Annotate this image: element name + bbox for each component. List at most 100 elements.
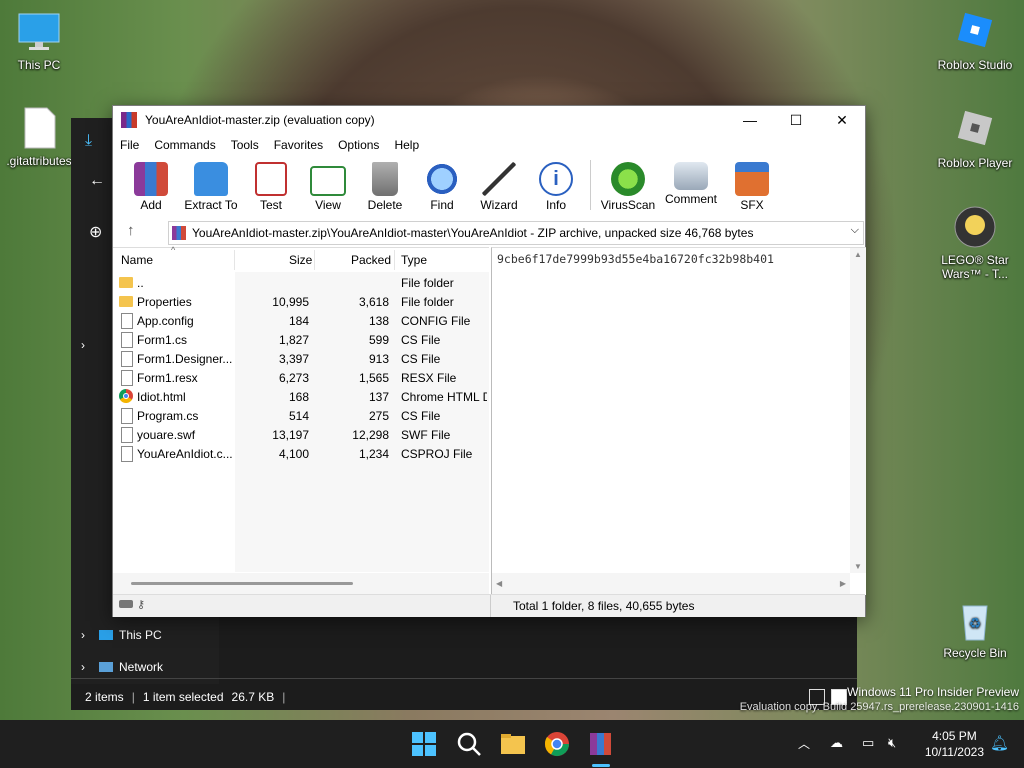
wizard-button[interactable]: Wizard (471, 156, 527, 216)
status-bar: ⚷ Total 1 folder, 8 files, 40,655 bytes (113, 594, 865, 617)
file-name: App.config (137, 314, 194, 328)
desktop-icon-label: This PC (17, 58, 61, 72)
comment-button[interactable]: Comment (659, 156, 723, 216)
file-name: Properties (137, 295, 192, 309)
archive-icon (172, 226, 186, 240)
delete-button[interactable]: Delete (357, 156, 413, 216)
file-row[interactable]: Form1.Designer.... 3,397 913 CS File (113, 350, 489, 369)
magnifier-icon (425, 162, 459, 196)
desktop-icon-roblox-studio[interactable]: Roblox Studio (930, 10, 1020, 72)
nav-item-network[interactable]: › Network (81, 654, 163, 680)
view-button[interactable]: View (300, 156, 356, 216)
lego-icon (953, 205, 997, 249)
volume-muted-icon[interactable]: 🔇︎ (888, 735, 896, 751)
maximize-icon: ☐ (789, 111, 803, 128)
file-type: File folder (401, 276, 454, 290)
minimize-button[interactable]: — (727, 106, 773, 134)
search-button[interactable] (455, 730, 483, 758)
extract-to-button[interactable]: Extract To (180, 156, 242, 216)
download-icon[interactable]: ⤓ (85, 132, 92, 150)
file-name: youare.swf (137, 428, 196, 442)
desktop-icon-lego-star-wars[interactable]: LEGO® Star Wars™ - T... (930, 205, 1020, 281)
column-type[interactable]: Type (401, 253, 427, 267)
winrar-taskbar-button[interactable] (587, 730, 615, 758)
file-size: 3,397 (278, 352, 309, 366)
menu-file[interactable]: File (113, 138, 147, 152)
file-type: CONFIG File (401, 314, 471, 328)
file-row[interactable]: Idiot.html 168 137 Chrome HTML D (113, 388, 489, 407)
info-button[interactable]: i Info (528, 156, 584, 216)
cloud-icon[interactable]: ☁ (830, 735, 843, 751)
title-bar[interactable]: YouAreAnIdiot-master.zip (evaluation cop… (113, 106, 865, 134)
file-size: 1,827 (278, 333, 309, 347)
winrar-icon (590, 733, 611, 755)
file-row[interactable]: App.config 184 138 CONFIG File (113, 312, 489, 331)
preview-hash-text: 9cbe6f17de7999b93d55e4ba16720fc32b98b401 (497, 252, 774, 266)
notification-bell-icon[interactable]: 🔔︎ (990, 734, 1009, 752)
scroll-down-arrow-icon[interactable]: ▼ (854, 562, 862, 571)
drive-icon (119, 600, 133, 608)
file-row[interactable]: YouAreAnIdiot.c... 4,100 1,234 CSPROJ File (113, 445, 489, 464)
network-status-icon[interactable]: ▭ (862, 735, 874, 751)
file-type: File folder (401, 295, 454, 309)
file-explorer-taskbar-button[interactable] (499, 730, 527, 758)
close-icon: ✕ (836, 111, 848, 128)
find-button[interactable]: Find (414, 156, 470, 216)
chrome-icon (119, 389, 133, 403)
file-icon (121, 351, 133, 367)
address-text: YouAreAnIdiot-master.zip\YouAreAnIdiot-m… (192, 226, 754, 240)
scroll-up-arrow-icon[interactable]: ▲ (854, 250, 862, 259)
address-field[interactable]: YouAreAnIdiot-master.zip\YouAreAnIdiot-m… (168, 221, 864, 245)
file-row[interactable]: Program.cs 514 275 CS File (113, 407, 489, 426)
file-row[interactable]: youare.swf 13,197 12,298 SWF File (113, 426, 489, 445)
menu-options[interactable]: Options (331, 138, 387, 152)
nav-item-label: Network (119, 660, 164, 674)
column-packed[interactable]: Packed (351, 253, 391, 267)
file-row[interactable]: .. File folder (113, 274, 489, 293)
file-type: SWF File (401, 428, 451, 442)
test-button[interactable]: Test (243, 156, 299, 216)
file-row[interactable]: Form1.cs 1,827 599 CS File (113, 331, 489, 350)
back-arrow-icon[interactable]: ← (89, 172, 105, 190)
menu-bar: File Commands Tools Favorites Options He… (113, 134, 865, 156)
virusscan-button[interactable]: VirusScan (598, 156, 658, 216)
menu-help[interactable]: Help (387, 138, 427, 152)
column-size[interactable]: Size (289, 253, 312, 267)
desktop-icon-recycle-bin[interactable]: ♻ Recycle Bin (930, 598, 1020, 660)
file-name: Form1.cs (137, 333, 188, 347)
chevron-down-icon[interactable]: ⌵ (851, 224, 859, 237)
chrome-taskbar-button[interactable] (543, 730, 571, 758)
file-row[interactable]: Properties 10,995 3,618 File folder (113, 293, 489, 312)
file-icon (121, 427, 133, 443)
desktop-icon-roblox-player[interactable]: Roblox Player (930, 108, 1020, 170)
clock-time: 4:05 PM (932, 729, 977, 743)
file-packed: 275 (368, 409, 389, 423)
add-icon[interactable]: ⊕ (89, 222, 102, 242)
roblox-player-icon (953, 108, 997, 152)
up-arrow-icon[interactable]: ↑ (127, 222, 135, 239)
menu-tools[interactable]: Tools (224, 138, 267, 152)
file-type: CS File (401, 352, 441, 366)
file-row[interactable]: Form1.resx 6,273 1,565 RESX File (113, 369, 489, 388)
close-button[interactable]: ✕ (819, 106, 865, 134)
minimize-icon: — (743, 112, 757, 128)
nav-item-this-pc[interactable]: › This PC (81, 622, 162, 648)
desktop-icon-label: LEGO® Star Wars™ - T... (941, 253, 1009, 281)
scroll-left-arrow-icon[interactable]: ◀ (496, 579, 502, 588)
column-name[interactable]: Name (121, 253, 153, 267)
scroll-right-arrow-icon[interactable]: ▶ (840, 579, 846, 588)
file-list-horizontal-scrollbar[interactable] (113, 573, 489, 595)
preview-horizontal-scrollbar[interactable]: ◀ ▶ (492, 573, 850, 595)
add-button[interactable]: Add (123, 156, 179, 216)
menu-commands[interactable]: Commands (147, 138, 223, 152)
clock[interactable]: 4:05 PM 10/11/2023 (925, 728, 984, 760)
desktop-icon-this-pc[interactable]: This PC (0, 10, 84, 72)
maximize-button[interactable]: ☐ (773, 106, 819, 134)
menu-favorites[interactable]: Favorites (267, 138, 331, 152)
preview-vertical-scrollbar[interactable]: ▲ ▼ (850, 248, 866, 573)
sfx-button[interactable]: SFX (724, 156, 780, 216)
add-archive-icon (134, 162, 168, 196)
start-button[interactable] (410, 730, 438, 758)
chevron-up-icon[interactable]: ︿ (798, 735, 810, 752)
chevron-right-icon[interactable]: › (81, 338, 85, 352)
